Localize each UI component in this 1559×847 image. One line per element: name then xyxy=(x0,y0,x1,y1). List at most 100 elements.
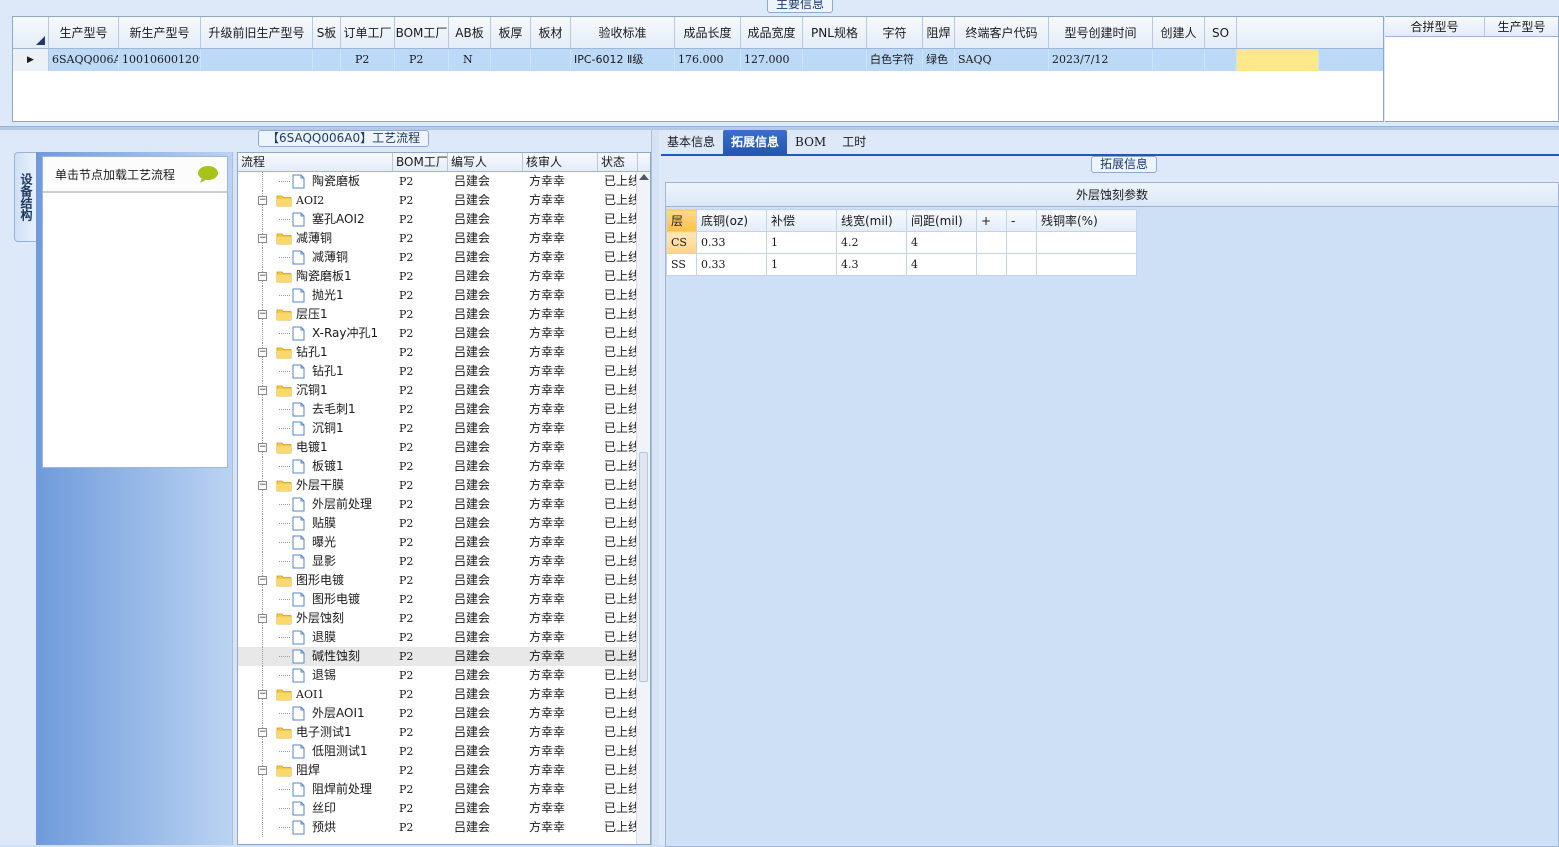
tree-leaf-node[interactable]: 减薄铜 P2 吕建会 方幸幸 已上线 xyxy=(238,248,650,267)
scroll-up-icon[interactable] xyxy=(639,174,649,180)
cell-minus[interactable] xyxy=(1006,231,1037,254)
col-header-base-copper[interactable]: 底铜(oz) xyxy=(696,209,767,232)
grid-corner-select[interactable] xyxy=(13,17,49,48)
tree-leaf-node[interactable]: 阻焊前处理 P2 吕建会 方幸幸 已上线 xyxy=(238,780,650,799)
cell-plus[interactable] xyxy=(976,231,1007,254)
col-header-thickness[interactable]: 板厚 xyxy=(491,17,531,48)
col-header-solder-mask[interactable]: 阻焊 xyxy=(923,17,955,48)
cell-ab-board[interactable]: N xyxy=(449,49,491,71)
tree-group-node[interactable]: − 钻孔1 P2 吕建会 方幸幸 已上线 xyxy=(238,343,650,362)
col-header-spacing[interactable]: 间距(mil) xyxy=(906,209,977,232)
col-header-old-model[interactable]: 升级前旧生产型号 xyxy=(201,17,313,48)
tree-group-node[interactable]: − 减薄铜 P2 吕建会 方幸幸 已上线 xyxy=(238,229,650,248)
tree-scrollbar[interactable] xyxy=(636,172,650,844)
col-header-bom-factory[interactable]: BOM工厂 xyxy=(393,153,448,171)
collapse-icon[interactable]: − xyxy=(258,766,267,775)
col-header-layer[interactable]: 层 xyxy=(666,209,697,232)
tab-extended-info[interactable]: 拓展信息 xyxy=(723,130,788,154)
tree-leaf-node[interactable]: 曝光 P2 吕建会 方幸幸 已上线 xyxy=(238,533,650,552)
tree-leaf-node[interactable]: 丝印 P2 吕建会 方幸幸 已上线 xyxy=(238,799,650,818)
cell-s-board[interactable] xyxy=(313,49,341,71)
cell-base-copper[interactable]: 0.33 xyxy=(696,231,767,254)
tab-bom[interactable]: BOM xyxy=(787,130,834,154)
cell-residual-copper[interactable] xyxy=(1036,253,1137,276)
col-header-order-factory[interactable]: 订单工厂 xyxy=(341,17,395,48)
tree-leaf-node[interactable]: 塞孔AOI2 P2 吕建会 方幸幸 已上线 xyxy=(238,210,650,229)
col-header-material[interactable]: 板材 xyxy=(531,17,571,48)
cell-minus[interactable] xyxy=(1006,253,1037,276)
tree-leaf-node[interactable]: 碱性蚀刻 P2 吕建会 方幸幸 已上线 xyxy=(238,647,650,666)
tree-leaf-node[interactable]: 贴膜 P2 吕建会 方幸幸 已上线 xyxy=(238,514,650,533)
tree-leaf-node[interactable]: 钻孔1 P2 吕建会 方幸幸 已上线 xyxy=(238,362,650,381)
tree-group-node[interactable]: − 阻焊 P2 吕建会 方幸幸 已上线 xyxy=(238,761,650,780)
cell-compensation[interactable]: 1 xyxy=(766,231,837,254)
col-header-plus[interactable]: + xyxy=(976,209,1007,232)
collapse-icon[interactable]: − xyxy=(258,690,267,699)
tree-group-node[interactable]: − 图形电镀 P2 吕建会 方幸幸 已上线 xyxy=(238,571,650,590)
col-header-writer[interactable]: 编写人 xyxy=(448,153,523,171)
tree-leaf-node[interactable]: 板镀1 P2 吕建会 方幸幸 已上线 xyxy=(238,457,650,476)
cell-old-model[interactable] xyxy=(201,49,313,71)
cell-acceptance-standard[interactable]: IPC-6012 Ⅱ级 xyxy=(571,49,675,71)
cell-width[interactable]: 127.000 xyxy=(741,49,803,71)
cell-plus[interactable] xyxy=(976,253,1007,276)
cell-model[interactable]: 6SAQQ006A0 xyxy=(49,49,119,71)
tree-leaf-node[interactable]: 抛光1 P2 吕建会 方幸幸 已上线 xyxy=(238,286,650,305)
cell-pnl-spec[interactable] xyxy=(803,49,867,71)
collapse-icon[interactable]: − xyxy=(258,272,267,281)
tree-leaf-node[interactable]: 低阻测试1 P2 吕建会 方幸幸 已上线 xyxy=(238,742,650,761)
cell-new-model[interactable]: 10010600120906 xyxy=(119,49,201,71)
middle-splitter[interactable] xyxy=(651,130,659,845)
collapse-icon[interactable]: − xyxy=(258,386,267,395)
tree-leaf-node[interactable]: 陶瓷磨板 P2 吕建会 方幸幸 已上线 xyxy=(238,172,650,191)
tab-equipment-structure[interactable]: 设备结构 xyxy=(14,152,36,242)
cell-spacing[interactable]: 4 xyxy=(906,253,977,276)
tree-leaf-node[interactable]: 外层前处理 P2 吕建会 方幸幸 已上线 xyxy=(238,495,650,514)
tree-leaf-node[interactable]: X-Ray冲孔1 P2 吕建会 方幸幸 已上线 xyxy=(238,324,650,343)
table-row[interactable]: ▶ 6SAQQ006A010010600120906P2P2NIPC-6012 … xyxy=(13,49,1383,71)
col-header-silkscreen[interactable]: 字符 xyxy=(867,17,923,48)
tree-group-node[interactable]: − 电镀1 P2 吕建会 方幸幸 已上线 xyxy=(238,438,650,457)
col-header-created-time[interactable]: 型号创建时间 xyxy=(1049,17,1153,48)
col-header-checker[interactable]: 核审人 xyxy=(523,153,598,171)
col-header-so[interactable]: SO xyxy=(1205,17,1237,48)
tree-group-node[interactable]: − 外层干膜 P2 吕建会 方幸幸 已上线 xyxy=(238,476,650,495)
tab-basic-info[interactable]: 基本信息 xyxy=(659,130,723,154)
col-header-status[interactable]: 状态 xyxy=(598,153,638,171)
collapse-icon[interactable]: − xyxy=(258,196,267,205)
tree-leaf-node[interactable]: 退锡 P2 吕建会 方幸幸 已上线 xyxy=(238,666,650,685)
tree-leaf-node[interactable]: 预烘 P2 吕建会 方幸幸 已上线 xyxy=(238,818,650,837)
cell-bom-factory[interactable]: P2 xyxy=(395,49,449,71)
collapse-icon[interactable]: − xyxy=(258,481,267,490)
tree-leaf-node[interactable]: 退膜 P2 吕建会 方幸幸 已上线 xyxy=(238,628,650,647)
tab-work-hours[interactable]: 工时 xyxy=(834,130,874,154)
tree-group-node[interactable]: − 电子测试1 P2 吕建会 方幸幸 已上线 xyxy=(238,723,650,742)
cell-creator[interactable] xyxy=(1153,49,1205,71)
col-header-model[interactable]: 生产型号 xyxy=(49,17,119,48)
table-row[interactable]: SS 0.33 1 4.3 4 xyxy=(666,253,1137,276)
col-header-s-board[interactable]: S板 xyxy=(313,17,341,48)
collapse-icon[interactable]: − xyxy=(258,234,267,243)
hint-box[interactable]: 单击节点加载工艺流程 xyxy=(42,156,228,468)
col-header-acceptance-standard[interactable]: 验收标准 xyxy=(571,17,675,48)
collapse-icon[interactable]: − xyxy=(258,310,267,319)
col-header-length[interactable]: 成品长度 xyxy=(675,17,741,48)
col-header-merge-model[interactable]: 合拼型号 xyxy=(1385,17,1485,36)
cell-thickness[interactable] xyxy=(491,49,531,71)
tree-group-node[interactable]: − AOI2 P2 吕建会 方幸幸 已上线 xyxy=(238,191,650,210)
col-header-residual-copper[interactable]: 残铜率(%) xyxy=(1036,209,1137,232)
cell-customer-code[interactable]: SAQQ xyxy=(955,49,1049,71)
table-row[interactable]: CS 0.33 1 4.2 4 xyxy=(666,231,1137,254)
collapse-icon[interactable]: − xyxy=(258,348,267,357)
tree-leaf-node[interactable]: 显影 P2 吕建会 方幸幸 已上线 xyxy=(238,552,650,571)
cell-spacing[interactable]: 4 xyxy=(906,231,977,254)
scrollbar-thumb[interactable] xyxy=(639,452,648,682)
cell-compensation[interactable]: 1 xyxy=(766,253,837,276)
tree-leaf-node[interactable]: 去毛刺1 P2 吕建会 方幸幸 已上线 xyxy=(238,400,650,419)
tree-group-node[interactable]: − 沉铜1 P2 吕建会 方幸幸 已上线 xyxy=(238,381,650,400)
col-header-width[interactable]: 成品宽度 xyxy=(741,17,803,48)
collapse-icon[interactable]: − xyxy=(258,614,267,623)
tree-leaf-node[interactable]: 沉铜1 P2 吕建会 方幸幸 已上线 xyxy=(238,419,650,438)
col-header-model[interactable]: 生产型号 xyxy=(1485,17,1558,36)
tree-group-node[interactable]: − 层压1 P2 吕建会 方幸幸 已上线 xyxy=(238,305,650,324)
